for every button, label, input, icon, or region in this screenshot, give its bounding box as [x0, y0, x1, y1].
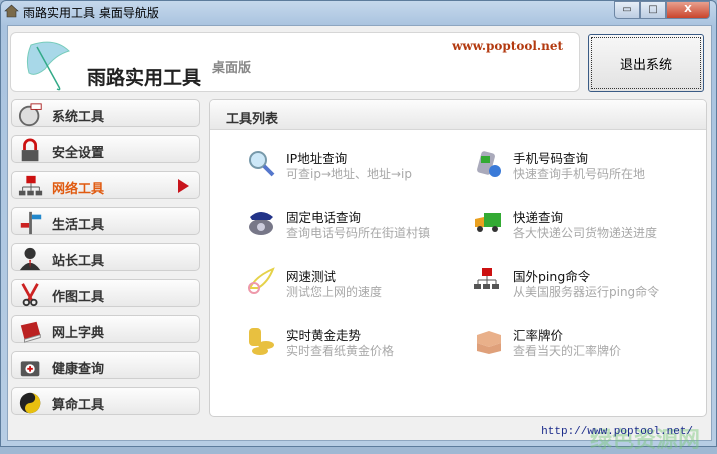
sidebar-item-5[interactable]: 站长工具 [11, 243, 200, 271]
tool-description: 从美国服务器运行ping命令 [513, 285, 660, 299]
sidebar-item-9[interactable]: 算命工具 [11, 387, 200, 415]
yinyang-icon [19, 392, 41, 414]
tool-item[interactable]: 固定电话查询 查询电话号码所在街道村镇 [246, 207, 466, 247]
tool-description: 快速查询手机号码所在地 [513, 167, 646, 181]
truck-icon [475, 213, 501, 232]
network-icon [474, 268, 499, 289]
user-icon [19, 247, 41, 271]
tool-item[interactable]: 国外ping命令 从美国服务器运行ping命令 [473, 266, 693, 306]
sidebar-item-7[interactable]: 网上字典 [11, 315, 200, 343]
sidebar-item-label: 安全设置 [52, 146, 105, 161]
minimize-button[interactable]: ▭ [614, 1, 640, 19]
tool-description: 测试您上网的速度 [286, 285, 383, 299]
tool-item[interactable]: 实时黄金走势 实时查看纸黄金价格 [246, 325, 466, 365]
sidebar-item-label: 生活工具 [52, 218, 105, 233]
mobile-phone-icon [477, 151, 501, 177]
header-banner: 雨路实用工具 桌面版 www.poptool.net [10, 32, 580, 92]
sidebar-item-3[interactable]: 网络工具 [11, 171, 200, 199]
sidebar-item-label: 网络工具 [52, 182, 105, 197]
website-link[interactable]: www.poptool.net [452, 39, 563, 53]
wing-icon [248, 267, 275, 294]
tool-description: 各大快递公司货物递送进度 [513, 226, 658, 240]
clock-flag-icon [18, 103, 42, 127]
sidebar-item-6[interactable]: 作图工具 [11, 279, 200, 307]
tool-item[interactable]: IP地址查询 可查ip→地址、地址→ip [246, 148, 466, 188]
edition-label: 桌面版 [212, 61, 252, 76]
umbrella-icon [26, 41, 70, 91]
sidebar-item-4[interactable]: 生活工具 [11, 207, 200, 235]
tool-item[interactable]: 汇率牌价 查看当天的汇率牌价 [473, 325, 693, 365]
client-area: 雨路实用工具 桌面版 www.poptool.net 退出系统 系统工具安全设置… [7, 25, 712, 453]
sidebar-item-label: 站长工具 [52, 254, 105, 269]
tool-description: 实时查看纸黄金价格 [286, 344, 395, 358]
medkit-icon [20, 361, 40, 377]
sidebar: 系统工具安全设置网络工具生活工具站长工具作图工具网上字典健康查询算命工具 [11, 99, 200, 423]
sidebar-item-label: 系统工具 [52, 110, 105, 125]
tool-description: 可查ip→地址、地址→ip [286, 167, 413, 181]
status-link[interactable]: http://www.poptool.net/ [541, 426, 693, 438]
panel-title: 工具列表 [210, 100, 706, 130]
scissors-icon [21, 283, 39, 307]
tool-list-panel: 工具列表 IP地址查询 可查ip→地址、地址→ip 手机号码查询 快速查询手机号码所在… [209, 99, 707, 417]
sidebar-item-label: 网上字典 [52, 326, 105, 341]
book-icon [20, 321, 41, 343]
lock-icon [21, 138, 39, 162]
maximize-button[interactable]: □ [640, 1, 666, 19]
exit-button[interactable]: 退出系统 [588, 34, 704, 92]
signpost-icon [20, 211, 42, 235]
tool-item[interactable]: 快递查询 各大快递公司货物递送进度 [473, 207, 693, 247]
home-icon [4, 4, 19, 18]
sidebar-item-label: 作图工具 [52, 290, 105, 305]
window-title: 雨路实用工具 桌面导航版 [23, 6, 159, 20]
network-icon [18, 175, 43, 196]
sidebar-item-1[interactable]: 系统工具 [11, 99, 200, 127]
gold-coins-icon [249, 328, 274, 355]
close-button[interactable]: X [666, 1, 710, 19]
tool-item[interactable]: 网速测试 测试您上网的速度 [246, 266, 466, 306]
tool-description: 查看当天的汇率牌价 [513, 344, 622, 358]
tool-description: 查询电话号码所在街道村镇 [286, 226, 431, 240]
tool-item[interactable]: 手机号码查询 快速查询手机号码所在地 [473, 148, 693, 188]
brand-name: 雨路实用工具 [87, 67, 202, 89]
boxes-icon [477, 331, 501, 354]
app-window: 雨路实用工具 桌面导航版 ▭ □ X 雨路实用工具 桌面版 www.poptoo… [0, 0, 717, 453]
telephone-icon [249, 212, 273, 235]
magnifier-icon [249, 151, 275, 177]
sidebar-item-2[interactable]: 安全设置 [11, 135, 200, 163]
sidebar-item-label: 健康查询 [52, 362, 105, 377]
sidebar-item-8[interactable]: 健康查询 [11, 351, 200, 379]
active-arrow-icon [178, 179, 189, 193]
sidebar-item-label: 算命工具 [52, 398, 105, 413]
